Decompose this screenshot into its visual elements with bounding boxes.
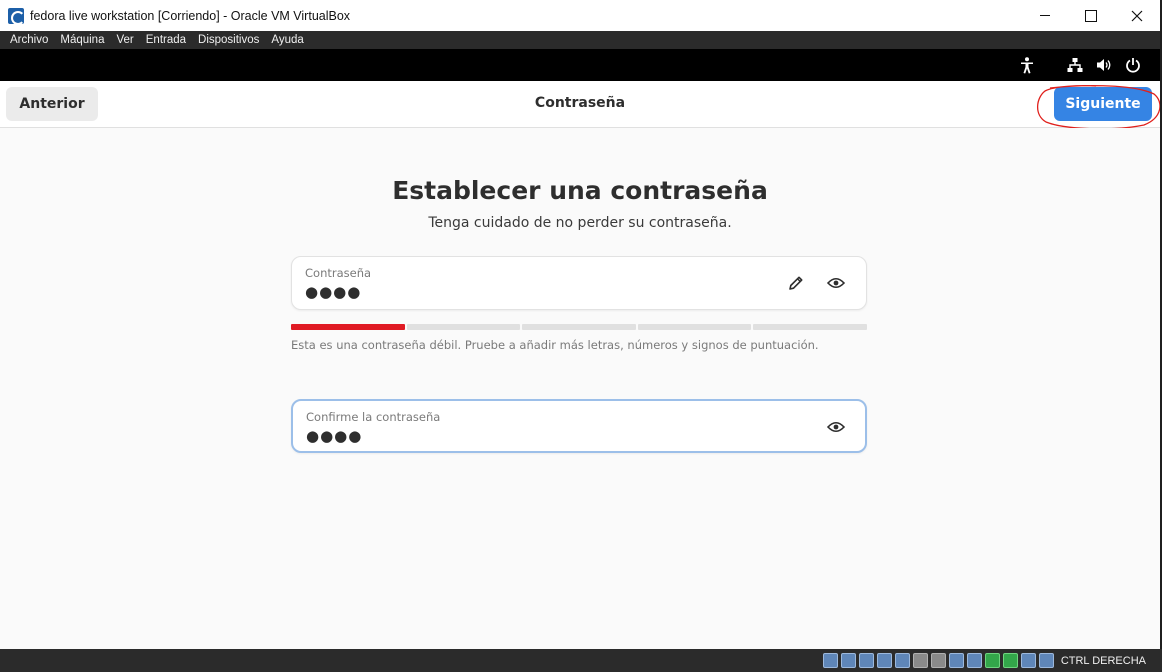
show-password-icon[interactable] bbox=[826, 273, 846, 293]
strength-segment bbox=[753, 324, 867, 330]
status-icons: CTRL DERECHA bbox=[822, 649, 1162, 672]
password-field[interactable]: Contraseña ●●●● bbox=[291, 256, 867, 310]
next-button[interactable]: Siguiente bbox=[1054, 87, 1152, 121]
minimize-button[interactable] bbox=[1022, 0, 1068, 31]
display-icon[interactable] bbox=[930, 653, 946, 668]
optical-drive-icon[interactable] bbox=[840, 653, 856, 668]
window-controls bbox=[1022, 0, 1160, 31]
password-strength-bar bbox=[291, 324, 867, 330]
edit-icon[interactable] bbox=[786, 273, 806, 293]
main-content: Establecer una contraseña Tenga cuidado … bbox=[0, 128, 1160, 649]
strength-segment bbox=[637, 324, 752, 330]
recording-icon[interactable] bbox=[948, 653, 964, 668]
shared-folders-icon[interactable] bbox=[912, 653, 928, 668]
mouse-integration-icon[interactable] bbox=[1020, 653, 1036, 668]
volume-icon[interactable] bbox=[1095, 56, 1113, 74]
close-icon bbox=[1131, 10, 1143, 21]
accessibility-icon[interactable] bbox=[1018, 56, 1036, 74]
show-password-icon[interactable] bbox=[826, 417, 846, 437]
vm-menubar: Archivo Máquina Ver Entrada Dispositivos… bbox=[0, 31, 1162, 49]
gnome-top-bar bbox=[0, 49, 1160, 81]
tray-spacer bbox=[1047, 56, 1055, 74]
maximize-button[interactable] bbox=[1068, 0, 1114, 31]
menu-ayuda[interactable]: Ayuda bbox=[265, 34, 309, 46]
power-icon[interactable] bbox=[1124, 56, 1142, 74]
keyboard-capture-icon[interactable] bbox=[1038, 653, 1054, 668]
page-heading: Establecer una contraseña bbox=[392, 176, 768, 205]
vm-statusbar: CTRL DERECHA bbox=[0, 649, 1162, 672]
window-title: fedora live workstation [Corriendo] - Or… bbox=[30, 8, 351, 23]
system-tray[interactable] bbox=[1018, 49, 1142, 81]
confirm-password-field[interactable]: Confirme la contraseña ●●●● bbox=[291, 399, 867, 453]
strength-segment bbox=[522, 324, 636, 330]
close-button[interactable] bbox=[1114, 0, 1160, 31]
menu-maquina[interactable]: Máquina bbox=[54, 34, 110, 46]
header-bar: Contraseña Anterior Siguiente bbox=[0, 81, 1160, 128]
window-titlebar: fedora live workstation [Corriendo] - Or… bbox=[0, 0, 1162, 31]
guest-additions-icon[interactable] bbox=[1002, 653, 1018, 668]
virtualization-icon[interactable] bbox=[984, 653, 1000, 668]
menu-ver[interactable]: Ver bbox=[110, 34, 139, 46]
confirm-password-label: Confirme la contraseña bbox=[306, 410, 441, 424]
strength-segment bbox=[291, 324, 405, 330]
confirm-password-value: ●●●● bbox=[306, 427, 363, 445]
strength-segment bbox=[406, 324, 521, 330]
password-label: Contraseña bbox=[305, 266, 372, 280]
audio-icon[interactable] bbox=[858, 653, 874, 668]
page-subheading: Tenga cuidado de no perder su contraseña… bbox=[428, 215, 732, 231]
menu-entrada[interactable]: Entrada bbox=[140, 34, 192, 46]
password-strength-hint: Esta es una contraseña débil. Pruebe a a… bbox=[291, 338, 819, 352]
network-icon[interactable] bbox=[1066, 56, 1084, 74]
password-value: ●●●● bbox=[305, 283, 362, 301]
hard-disk-icon[interactable] bbox=[822, 653, 838, 668]
virtualbox-icon bbox=[8, 7, 25, 25]
host-key-label: CTRL DERECHA bbox=[1060, 654, 1146, 667]
menu-dispositivos[interactable]: Dispositivos bbox=[192, 34, 265, 46]
menu-archivo[interactable]: Archivo bbox=[4, 34, 54, 46]
usb-icon[interactable] bbox=[894, 653, 910, 668]
cpu-icon[interactable] bbox=[966, 653, 982, 668]
back-button[interactable]: Anterior bbox=[6, 87, 98, 121]
network-adapter-icon[interactable] bbox=[876, 653, 892, 668]
page-title: Contraseña bbox=[534, 95, 626, 111]
